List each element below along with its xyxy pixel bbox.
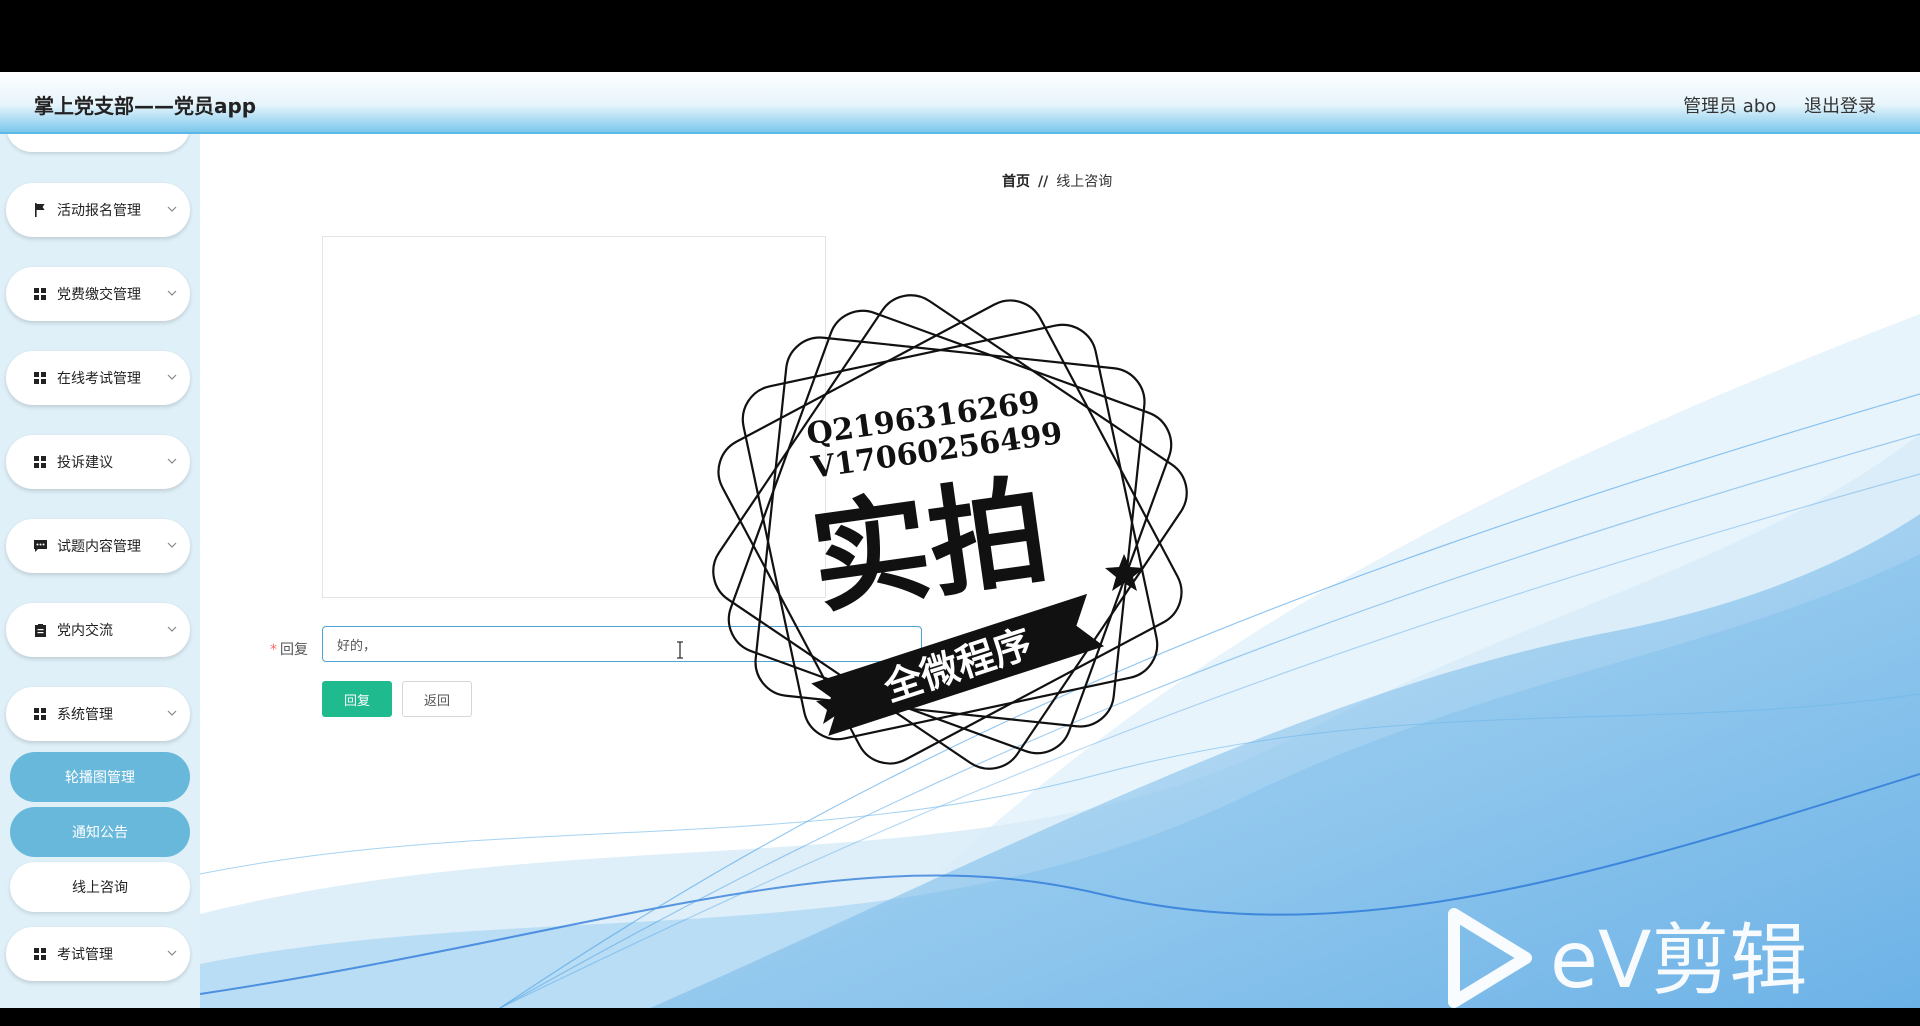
grid-icon	[32, 286, 48, 302]
sidebar: 活动报名管理 党费缴交管理 在线考试管理 投诉建议 试题内容管理 党内交流 系统…	[0, 134, 200, 1008]
breadcrumb-current: 线上咨询	[1056, 174, 1113, 190]
chevron-down-icon	[167, 710, 177, 716]
sidebar-item-label: 试题内容管理	[57, 539, 141, 555]
sidebar-item-online-exam[interactable]: 在线考试管理	[6, 351, 190, 405]
submenu-item-notice[interactable]: 通知公告	[10, 807, 190, 857]
chevron-down-icon	[167, 458, 177, 464]
sidebar-item-label: 考试管理	[57, 947, 113, 963]
chevron-down-icon	[167, 626, 177, 632]
required-mark: *	[270, 642, 277, 658]
sidebar-item-party-exchange[interactable]: 党内交流	[6, 603, 190, 657]
sidebar-item-label: 党费缴交管理	[57, 287, 141, 303]
sidebar-item-label: 活动报名管理	[57, 203, 141, 219]
grid-icon	[32, 370, 48, 386]
grid-icon	[32, 706, 48, 722]
grid-icon	[32, 946, 48, 962]
watermark-big-text: 实拍	[803, 461, 1056, 631]
sidebar-item-complaints[interactable]: 投诉建议	[6, 435, 190, 489]
reply-button[interactable]: 回复	[322, 681, 392, 717]
reply-field-label: * 回复	[270, 639, 308, 659]
flag-icon	[32, 202, 48, 218]
chevron-down-icon	[167, 542, 177, 548]
breadcrumb-separator: //	[1038, 174, 1049, 190]
sidebar-item-fee-payment[interactable]: 党费缴交管理	[6, 267, 190, 321]
admin-user-label[interactable]: 管理员 abo	[1683, 96, 1776, 117]
chat-icon	[32, 538, 48, 554]
chevron-down-icon	[167, 950, 177, 956]
text-cursor-icon	[677, 641, 683, 659]
back-button[interactable]: 返回	[402, 681, 472, 717]
sidebar-menu-item-partial[interactable]	[6, 134, 190, 152]
top-header: 掌上党支部——党员app 管理员 abo 退出登录	[0, 72, 1920, 134]
grid-icon	[32, 454, 48, 470]
sidebar-item-question-content[interactable]: 试题内容管理	[6, 519, 190, 573]
app-window: 掌上党支部——党员app 管理员 abo 退出登录 活动报名管理 党费缴交管理	[0, 72, 1920, 1008]
sidebar-item-label: 在线考试管理	[57, 371, 141, 387]
sidebar-item-activity-signup[interactable]: 活动报名管理	[6, 183, 190, 237]
chevron-down-icon	[167, 374, 177, 380]
watermark-stamp: Q2196316269 V17060256499 实拍 全微程序	[712, 294, 1188, 770]
chevron-down-icon	[167, 206, 177, 212]
breadcrumb: 首页 // 线上咨询	[1002, 171, 1112, 191]
submenu-item-carousel[interactable]: 轮播图管理	[10, 752, 190, 802]
sidebar-item-exam-management[interactable]: 考试管理	[6, 927, 190, 981]
sidebar-item-label: 党内交流	[57, 623, 113, 639]
sidebar-item-system-management[interactable]: 系统管理	[6, 687, 190, 741]
watermark-ribbon-text: 全微程序	[878, 621, 1037, 710]
breadcrumb-home[interactable]: 首页	[1002, 174, 1030, 190]
reply-label-text: 回复	[280, 642, 308, 658]
app-title: 掌上党支部——党员app	[34, 94, 257, 118]
sidebar-item-label: 投诉建议	[57, 455, 113, 471]
logout-link[interactable]: 退出登录	[1804, 96, 1876, 117]
header-user-area: 管理员 abo 退出登录	[1661, 92, 1876, 118]
clipboard-icon	[32, 622, 48, 638]
chevron-down-icon	[167, 290, 177, 296]
ev-editor-watermark: eV剪辑	[1550, 916, 1808, 1006]
submenu-item-online-consult[interactable]: 线上咨询	[10, 862, 190, 912]
sidebar-item-label: 系统管理	[57, 707, 113, 723]
